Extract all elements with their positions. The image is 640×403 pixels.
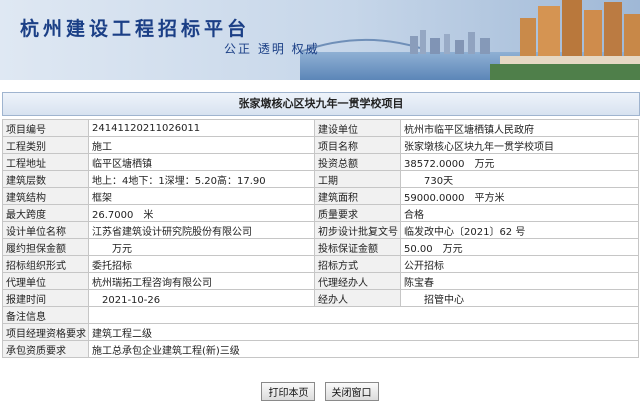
field-label: 初步设计批复文号 xyxy=(314,221,401,239)
field-value: 临平区塘栖镇 xyxy=(88,153,315,171)
field-label: 投标保证金额 xyxy=(314,238,401,256)
field-value xyxy=(88,306,639,324)
field-value: 59000.0000 平方米 xyxy=(400,187,639,205)
field-label: 建设单位 xyxy=(314,119,401,137)
table-row: 报建时间 2021-10-26 经办人 招管中心 xyxy=(2,289,639,307)
field-value: 框架 xyxy=(88,187,315,205)
field-label: 项目名称 xyxy=(314,136,401,154)
table-row: 招标组织形式 委托招标 招标方式 公开招标 xyxy=(2,255,639,273)
table-row: 设计单位名称 江苏省建筑设计研究院股份有限公司 初步设计批复文号 临发改中心〔2… xyxy=(2,221,639,239)
field-value: 临发改中心〔2021〕62 号 xyxy=(400,221,639,239)
field-label: 工程类别 xyxy=(2,136,89,154)
field-label: 备注信息 xyxy=(2,306,89,324)
field-value: 施工总承包企业建筑工程(新)三级 xyxy=(88,340,639,358)
field-value: 委托招标 xyxy=(88,255,315,273)
field-label: 招标方式 xyxy=(314,255,401,273)
field-label: 建筑面积 xyxy=(314,187,401,205)
table-row: 工程类别 施工 项目名称 张家墩核心区块九年一贯学校项目 xyxy=(2,136,639,154)
field-value: 万元 xyxy=(88,238,315,256)
field-label: 设计单位名称 xyxy=(2,221,89,239)
field-label: 建筑结构 xyxy=(2,187,89,205)
field-value: 24141120211026011 xyxy=(88,119,315,137)
table-row: 项目编号 24141120211026011 建设单位 杭州市临平区塘栖镇人民政… xyxy=(2,119,639,137)
field-label: 项目编号 xyxy=(2,119,89,137)
table-row: 建筑层数 地上：4地下：1深埋：5.20高：17.90 工期 730天 xyxy=(2,170,639,188)
table-row: 代理单位 杭州瑞拓工程咨询有限公司 代理经办人 陈宝春 xyxy=(2,272,639,290)
field-label: 工程地址 xyxy=(2,153,89,171)
field-value: 施工 xyxy=(88,136,315,154)
field-value: 杭州市临平区塘栖镇人民政府 xyxy=(400,119,639,137)
field-value: 建筑工程二级 xyxy=(88,323,639,341)
project-info-table: 项目编号 24141120211026011 建设单位 杭州市临平区塘栖镇人民政… xyxy=(2,119,639,358)
field-label: 代理单位 xyxy=(2,272,89,290)
field-value: 杭州瑞拓工程咨询有限公司 xyxy=(88,272,315,290)
header-banner: 杭州建设工程招标平台 公正 透明 权威 xyxy=(0,0,640,80)
site-slogan: 公正 透明 权威 xyxy=(224,42,320,56)
field-value: 26.7000 米 xyxy=(88,204,315,222)
table-row: 承包资质要求 施工总承包企业建筑工程(新)三级 xyxy=(2,340,639,358)
field-label: 质量要求 xyxy=(314,204,401,222)
field-label: 经办人 xyxy=(314,289,401,307)
project-title: 张家墩核心区块九年一贯学校项目 xyxy=(2,92,640,116)
field-value: 张家墩核心区块九年一贯学校项目 xyxy=(400,136,639,154)
field-value: 地上：4地下：1深埋：5.20高：17.90 xyxy=(88,170,315,188)
table-row: 履约担保金额 万元 投标保证金额 50.00 万元 xyxy=(2,238,639,256)
field-label: 建筑层数 xyxy=(2,170,89,188)
field-value: 招管中心 xyxy=(400,289,639,307)
field-value: 江苏省建筑设计研究院股份有限公司 xyxy=(88,221,315,239)
button-bar: 打印本页 关闭窗口 xyxy=(2,380,638,401)
field-value: 50.00 万元 xyxy=(400,238,639,256)
table-row: 项目经理资格要求 建筑工程二级 xyxy=(2,323,639,341)
table-row: 最大跨度 26.7000 米 质量要求 合格 xyxy=(2,204,639,222)
field-value: 2021-10-26 xyxy=(88,289,315,307)
field-label: 招标组织形式 xyxy=(2,255,89,273)
field-label: 报建时间 xyxy=(2,289,89,307)
field-value: 陈宝春 xyxy=(400,272,639,290)
site-title: 杭州建设工程招标平台 xyxy=(20,18,251,40)
field-value: 730天 xyxy=(400,170,639,188)
field-label: 承包资质要求 xyxy=(2,340,89,358)
field-value: 公开招标 xyxy=(400,255,639,273)
table-row: 备注信息 xyxy=(2,306,639,324)
field-label: 代理经办人 xyxy=(314,272,401,290)
field-value: 38572.0000 万元 xyxy=(400,153,639,171)
table-row: 建筑结构 框架 建筑面积 59000.0000 平方米 xyxy=(2,187,639,205)
close-window-button[interactable]: 关闭窗口 xyxy=(324,382,379,401)
field-value: 合格 xyxy=(400,204,639,222)
field-label: 投资总额 xyxy=(314,153,401,171)
field-label: 履约担保金额 xyxy=(2,238,89,256)
field-label: 最大跨度 xyxy=(2,204,89,222)
table-row: 工程地址 临平区塘栖镇 投资总额 38572.0000 万元 xyxy=(2,153,639,171)
field-label: 工期 xyxy=(314,170,401,188)
field-label: 项目经理资格要求 xyxy=(2,323,89,341)
print-button[interactable]: 打印本页 xyxy=(261,382,316,401)
